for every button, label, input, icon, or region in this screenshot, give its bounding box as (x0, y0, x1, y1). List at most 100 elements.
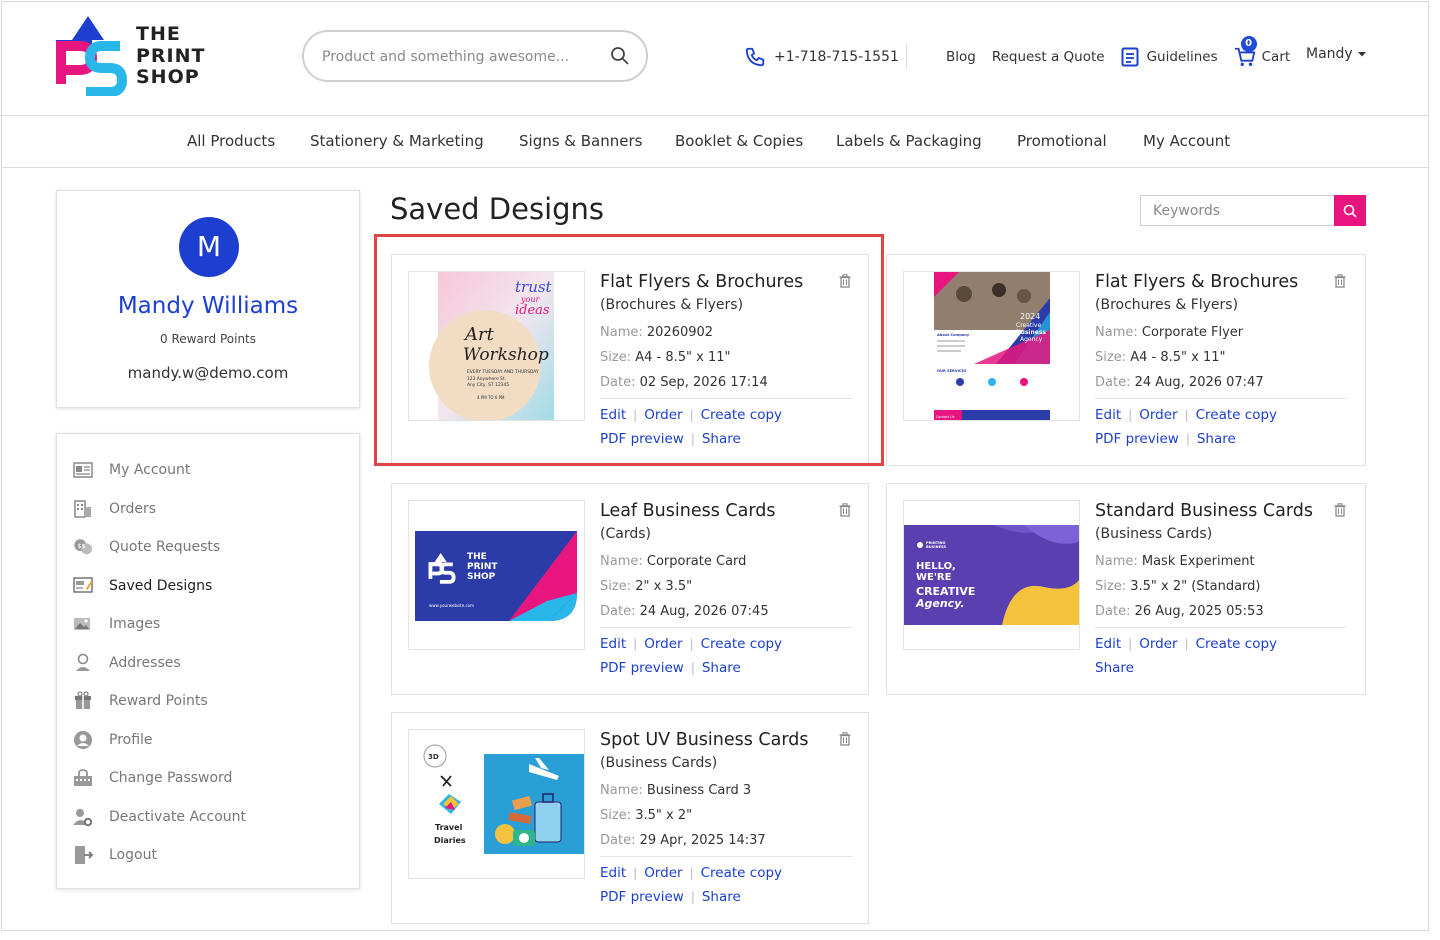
design-card: PRINTING BUSINESS HELLO, WE'RE CREATIVE … (886, 483, 1366, 695)
app-window: THE PRINT SHOP +1-718-715-1551 Blog Requ… (1, 1, 1429, 931)
standard-business-card-preview: PRINTING BUSINESS HELLO, WE'RE CREATIVE … (904, 525, 1079, 625)
nav-all-products[interactable]: All Products (187, 132, 275, 150)
field-value: Business Card 3 (646, 783, 752, 798)
create-copy-link[interactable]: Create copy (1196, 407, 1277, 423)
thumb-text: PRINT (467, 562, 498, 572)
header-divider (906, 44, 907, 70)
sidebar-item-change-password[interactable]: Change Password (73, 768, 232, 788)
field-value: Corporate Flyer (1141, 325, 1244, 340)
design-name-row: Name: Mask Experiment (1095, 554, 1255, 569)
design-actions: Edit | Order | Create copy (600, 865, 782, 881)
field-value: 24 Aug, 2026 07:45 (639, 604, 769, 619)
design-title: Flat Flyers & Brochures (1095, 272, 1299, 292)
design-actions-secondary: PDF preview | Share (1095, 431, 1236, 447)
trash-icon[interactable] (1334, 274, 1346, 288)
sidebar-item-saved-designs[interactable]: Saved Designs (73, 576, 212, 596)
nav-labels-packaging[interactable]: Labels & Packaging (836, 132, 982, 150)
sidebar-item-orders[interactable]: Orders (73, 499, 156, 519)
link-separator: | (690, 890, 695, 904)
create-copy-link[interactable]: Create copy (701, 865, 782, 881)
nav-stationery-marketing[interactable]: Stationery & Marketing (310, 132, 484, 150)
share-link[interactable]: Share (1197, 431, 1236, 447)
blog-link[interactable]: Blog (946, 49, 976, 65)
sidebar-item-my-account[interactable]: My Account (73, 460, 190, 480)
design-card: THE PRINT SHOP www.yourwebsite.com Leaf … (391, 483, 869, 695)
gift-icon (75, 691, 91, 709)
design-thumbnail[interactable]: 2024 Creative Business Agency About Comp… (903, 271, 1080, 421)
thumb-text: About Company (937, 333, 970, 337)
order-link[interactable]: Order (644, 865, 682, 881)
user-menu[interactable]: Mandy (1306, 46, 1367, 62)
share-link[interactable]: Share (1095, 660, 1134, 676)
product-search-input[interactable] (322, 45, 592, 69)
building-icon (74, 500, 91, 518)
sidebar-item-logout[interactable]: Logout (73, 845, 157, 865)
field-label: Name: (600, 554, 643, 569)
design-name-row: Name: Corporate Card (600, 554, 746, 569)
design-actions: Edit | Order | Create copy (1095, 407, 1277, 423)
trash-icon[interactable] (839, 503, 851, 517)
phone-contact[interactable]: +1-718-715-1551 (744, 46, 899, 68)
design-date-row: Date: 29 Apr, 2025 14:37 (600, 833, 766, 848)
create-copy-link[interactable]: Create copy (1196, 636, 1277, 652)
sidebar-item-images[interactable]: Images (73, 614, 160, 634)
sidebar-item-profile[interactable]: Profile (73, 730, 153, 750)
design-card: 2024 Creative Business Agency About Comp… (886, 254, 1366, 466)
design-category: (Business Cards) (1095, 526, 1213, 542)
order-link[interactable]: Order (1139, 636, 1177, 652)
sidebar-item-label: Profile (109, 732, 153, 748)
create-copy-link[interactable]: Create copy (701, 636, 782, 652)
field-value: 29 Apr, 2025 14:37 (639, 833, 766, 848)
keywords-search-input[interactable] (1140, 195, 1334, 226)
nav-signs-banners[interactable]: Signs & Banners (519, 132, 642, 150)
trash-icon[interactable] (839, 732, 851, 746)
sidebar-item-quote-requests[interactable]: $$ Quote Requests (73, 537, 220, 557)
design-thumbnail[interactable]: THE PRINT SHOP www.yourwebsite.com (408, 500, 585, 650)
user-gear-icon (73, 809, 93, 827)
thumb-text: www.yourwebsite.com (429, 603, 474, 608)
nav-my-account[interactable]: My Account (1143, 132, 1230, 150)
thumb-text: OUR SERVICES (937, 369, 967, 373)
trash-icon[interactable] (1334, 503, 1346, 517)
pdf-preview-link[interactable]: PDF preview (1095, 431, 1179, 447)
design-board-icon (73, 577, 93, 593)
door-exit-icon (75, 846, 93, 864)
site-logo[interactable]: THE PRINT SHOP (52, 16, 212, 96)
field-label: Size: (1095, 350, 1127, 365)
print-shop-logo-icon (56, 16, 128, 96)
request-quote-link[interactable]: Request a Quote (992, 49, 1105, 65)
sidebar-item-reward-points[interactable]: Reward Points (73, 691, 208, 711)
nav-booklet-copies[interactable]: Booklet & Copies (675, 132, 803, 150)
field-label: Date: (600, 604, 636, 619)
edit-link[interactable]: Edit (1095, 636, 1121, 652)
pdf-preview-link[interactable]: PDF preview (600, 889, 684, 905)
sidebar-item-label: Reward Points (109, 693, 208, 709)
design-size-row: Size: 3.5" x 2" (600, 808, 692, 823)
edit-link[interactable]: Edit (600, 865, 626, 881)
guidelines-link[interactable]: Guidelines (1121, 47, 1218, 67)
thumb-text: Agency. (915, 597, 965, 610)
link-separator: | (633, 637, 638, 651)
field-label: Size: (600, 579, 632, 594)
keywords-search-button[interactable] (1334, 195, 1366, 226)
order-link[interactable]: Order (1139, 407, 1177, 423)
sidebar-item-deactivate-account[interactable]: Deactivate Account (73, 807, 246, 827)
design-size-row: Size: A4 - 8.5" x 11" (1095, 350, 1225, 365)
sidebar-item-label: Quote Requests (109, 539, 221, 555)
search-icon[interactable] (610, 46, 630, 66)
order-link[interactable]: Order (644, 636, 682, 652)
design-thumbnail[interactable]: 3D Travel Diaries (408, 729, 585, 879)
pdf-preview-link[interactable]: PDF preview (600, 660, 684, 676)
edit-link[interactable]: Edit (600, 636, 626, 652)
edit-link[interactable]: Edit (1095, 407, 1121, 423)
share-link[interactable]: Share (702, 660, 741, 676)
design-thumbnail[interactable]: PRINTING BUSINESS HELLO, WE'RE CREATIVE … (903, 500, 1080, 650)
page-title: Saved Designs (390, 192, 605, 226)
field-value: 3.5" x 2" (Standard) (1130, 579, 1261, 594)
nav-promotional[interactable]: Promotional (1017, 132, 1107, 150)
cart-link[interactable]: 0 Cart (1234, 36, 1290, 68)
sidebar-item-addresses[interactable]: Addresses (73, 653, 181, 673)
images-icon (74, 618, 90, 630)
share-link[interactable]: Share (702, 889, 741, 905)
link-separator: | (1128, 637, 1133, 651)
